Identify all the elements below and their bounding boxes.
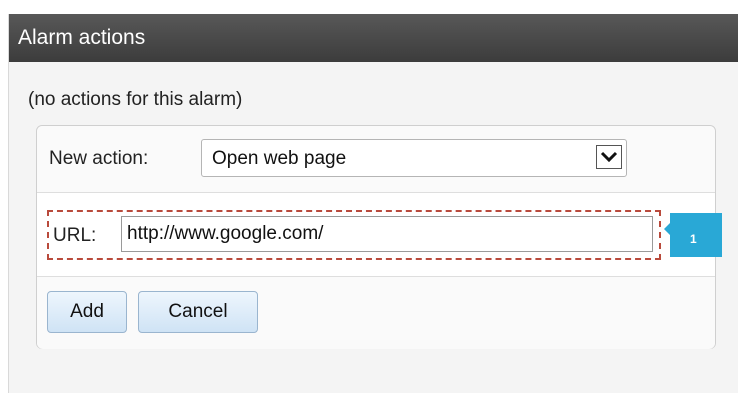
url-label: URL: (53, 225, 97, 246)
add-button[interactable]: Add (47, 291, 127, 333)
dialog-title: Alarm actions (9, 14, 738, 62)
url-row: URL: http://www.google.com/ (37, 192, 715, 276)
alarm-actions-dialog: Alarm actions (no actions for this alarm… (8, 14, 738, 393)
action-type-select[interactable]: Open web page (201, 139, 627, 177)
new-action-panel: New action: Open web page URL: http://ww… (36, 125, 716, 349)
action-type-selected-value: Open web page (212, 148, 347, 169)
chevron-down-icon[interactable] (596, 145, 622, 169)
new-action-label: New action: (49, 148, 149, 169)
cancel-button[interactable]: Cancel (138, 291, 258, 333)
url-highlight-box: URL: http://www.google.com/ (47, 210, 661, 260)
new-action-row: New action: Open web page (37, 126, 715, 193)
button-row: Add Cancel (37, 276, 715, 349)
callout-number: 1 (690, 232, 697, 246)
no-actions-message: (no actions for this alarm) (28, 89, 243, 110)
url-input[interactable]: http://www.google.com/ (121, 216, 653, 252)
